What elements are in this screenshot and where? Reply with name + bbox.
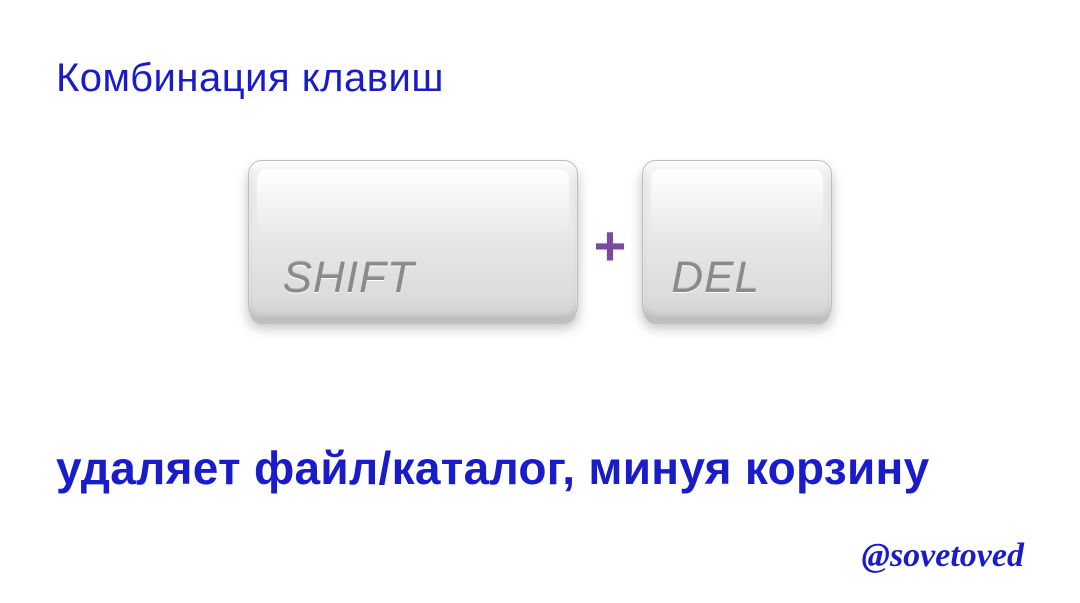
shift-key: SHIFT [248, 160, 578, 320]
plus-icon: + [594, 218, 627, 274]
del-key-label: DEL [671, 253, 760, 303]
description-text: удаляет файл/каталог, минуя корзину [56, 441, 1024, 495]
heading-text: Комбинация клавиш [56, 56, 444, 101]
keys-row: SHIFT + DEL [0, 160, 1080, 320]
shift-key-label: SHIFT [283, 253, 415, 303]
slide: Комбинация клавиш SHIFT + DEL удаляет фа… [0, 0, 1080, 603]
del-key: DEL [642, 160, 832, 320]
author-handle: @sovetoved [862, 537, 1024, 575]
